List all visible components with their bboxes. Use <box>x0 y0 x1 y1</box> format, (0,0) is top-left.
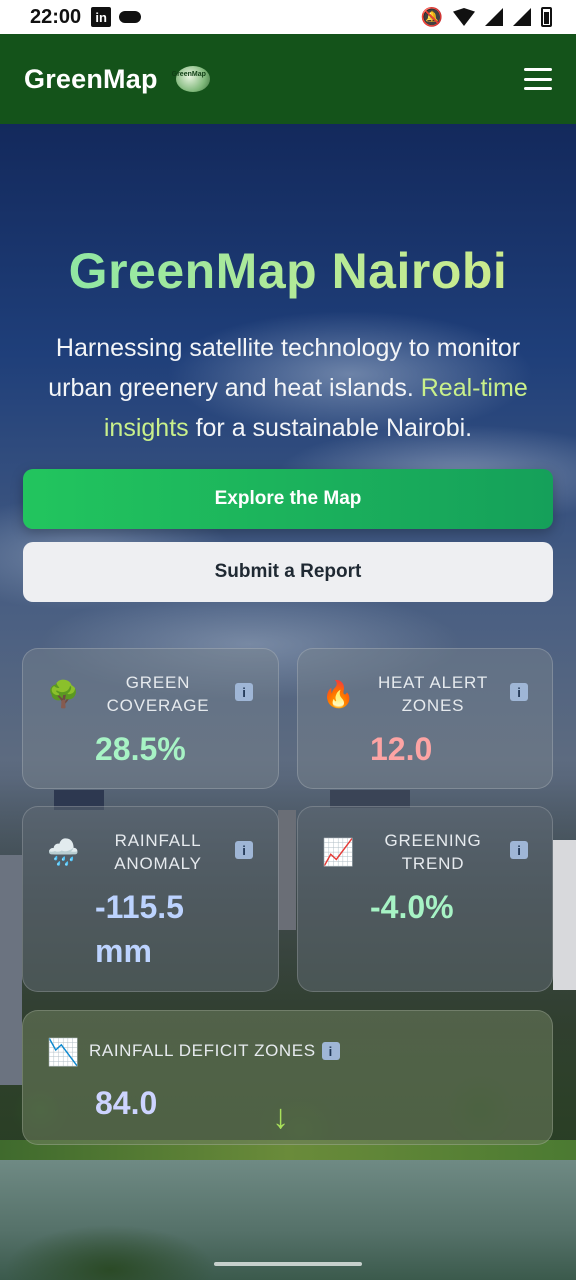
linkedin-icon: in <box>91 7 112 27</box>
hamburger-menu-icon[interactable] <box>524 68 552 90</box>
app-header: GreenMap GreenMap <box>0 34 576 124</box>
stat-value: -4.0% <box>370 889 454 925</box>
stat-value: 28.5% <box>95 731 186 767</box>
info-icon[interactable]: i <box>510 683 528 701</box>
wifi-icon <box>453 8 475 26</box>
battery-icon <box>541 7 552 27</box>
stat-label: GREEN COVERAGE <box>106 673 210 715</box>
signal-icon <box>485 8 503 26</box>
greenmap-logo: GreenMap <box>172 66 210 92</box>
chart-up-icon: 📈 <box>322 837 355 867</box>
stat-card-green-coverage: 🌳 GREEN COVERAGE i 28.5% <box>22 648 279 789</box>
brand-name[interactable]: GreenMap <box>24 64 158 95</box>
submit-report-button[interactable]: Submit a Report <box>23 542 553 602</box>
stat-label: RAINFALL DEFICIT ZONES <box>89 1041 316 1060</box>
status-icons: 🔕 <box>421 7 552 28</box>
subtitle-text-end: for a sustainable Nairobi. <box>188 414 473 442</box>
cloud-icon <box>119 11 142 23</box>
logo-text: GreenMap <box>171 71 206 78</box>
stat-value: 84.0 <box>95 1085 158 1121</box>
stat-value: 12.0 <box>370 731 433 767</box>
stat-label: RAINFALL ANOMALY <box>114 831 202 873</box>
status-time: 22:00 <box>30 5 82 28</box>
info-icon[interactable]: i <box>510 841 528 859</box>
building <box>278 810 296 930</box>
stat-card-rainfall-anomaly: 🌧️ RAINFALL ANOMALY i -115.5 mm <box>22 806 279 992</box>
stat-value: -115.5 mm <box>95 889 184 969</box>
fire-icon: 🔥 <box>322 679 355 709</box>
signal-icon-2 <box>513 8 531 26</box>
mute-bell-icon: 🔕 <box>420 6 443 27</box>
info-icon[interactable]: i <box>321 1042 340 1060</box>
stat-card-heat-alert-zones: 🔥 HEAT ALERT ZONES i 12.0 <box>297 648 553 789</box>
building <box>553 840 576 990</box>
stat-card-greening-trend: 📈 GREENING TREND i -4.0% <box>297 806 553 992</box>
gesture-handle <box>214 1262 362 1266</box>
foreground-bush <box>0 1190 260 1280</box>
chart-down-icon: 📉 <box>47 1037 80 1067</box>
hero-title: GreenMap Nairobi <box>0 242 576 300</box>
rain-cloud-icon: 🌧️ <box>47 837 80 867</box>
explore-map-button[interactable]: Explore the Map <box>23 469 553 529</box>
stat-label: GREENING TREND <box>384 831 482 873</box>
stat-label: HEAT ALERT ZONES <box>377 673 489 715</box>
scroll-down-arrow-icon[interactable]: ↓ <box>272 1100 289 1134</box>
stat-label-row: RAINFALL DEFICIT ZONES i <box>89 1041 340 1061</box>
status-bar: 22:00 in 🔕 <box>0 0 576 34</box>
hero-subtitle: Harnessing satellite technology to monit… <box>26 328 550 448</box>
info-icon[interactable]: i <box>235 841 253 859</box>
tree-icon: 🌳 <box>47 679 80 709</box>
info-icon[interactable]: i <box>235 683 253 701</box>
